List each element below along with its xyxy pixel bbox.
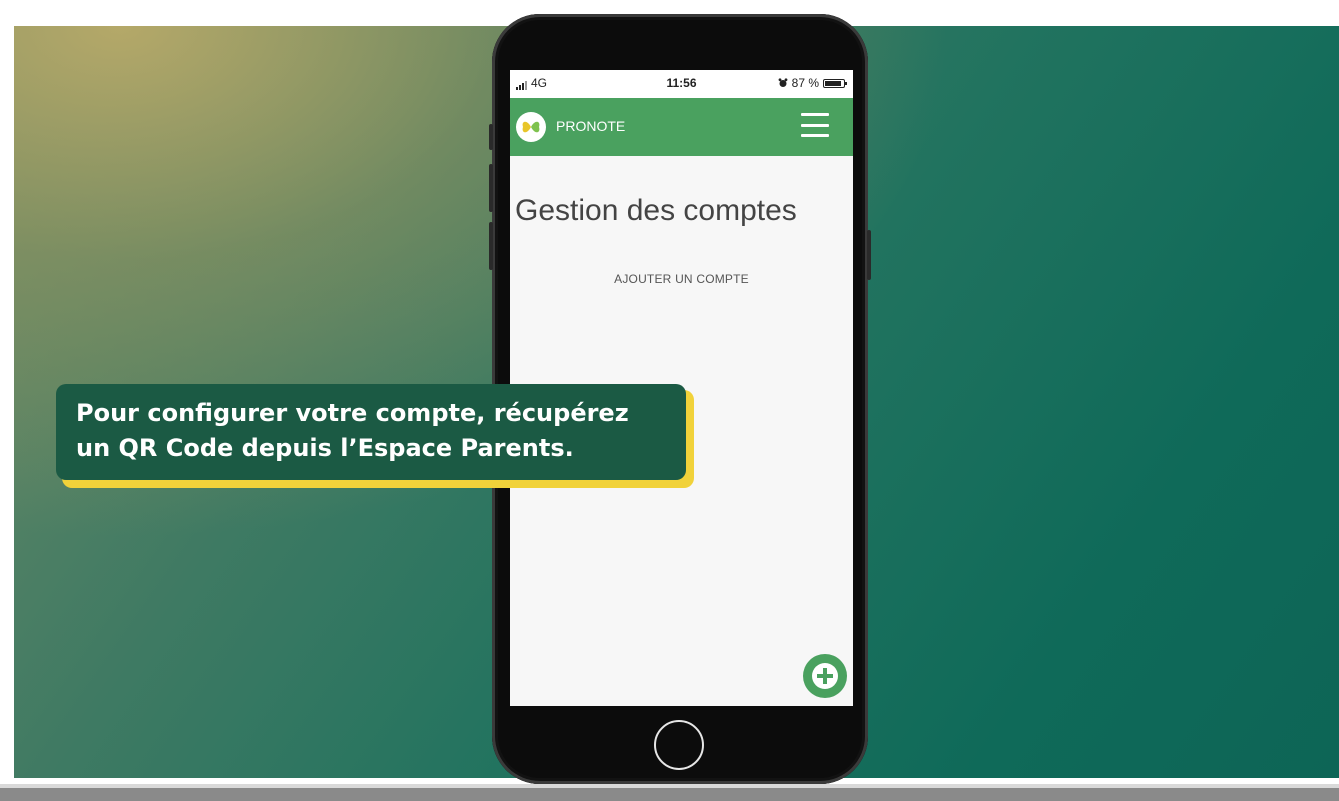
- phone-power-button: [867, 230, 871, 280]
- phone-side-button: [489, 124, 493, 150]
- battery-icon: [823, 78, 847, 88]
- battery-percent: 87 %: [791, 76, 819, 90]
- butterfly-logo-icon: [516, 112, 546, 142]
- app-name: PRONOTE: [556, 118, 626, 134]
- video-frame: 4G 11:56 87 % PRONOTE Gestion des compte…: [0, 0, 1339, 801]
- status-right: 87 %: [778, 76, 847, 90]
- bottom-toolbar: [0, 784, 1339, 801]
- status-bar: 4G 11:56 87 %: [510, 70, 853, 98]
- bottom-toolbar-strip: [0, 784, 1339, 788]
- app-header: PRONOTE: [510, 98, 853, 156]
- alarm-icon: [778, 78, 788, 87]
- add-account-link[interactable]: AJOUTER UN COMPTE: [510, 272, 853, 286]
- subtitle-caption: Pour configurer votre compte, récupérez …: [56, 384, 686, 480]
- home-button[interactable]: [654, 720, 704, 770]
- hamburger-menu-icon[interactable]: [801, 113, 829, 137]
- plus-icon: [812, 663, 838, 689]
- phone-volume-up: [489, 164, 493, 212]
- caption-line-2: un QR Code depuis l’Espace Parents.: [76, 434, 574, 462]
- phone-volume-down: [489, 222, 493, 270]
- caption-line-1: Pour configurer votre compte, récupérez: [76, 399, 629, 427]
- add-account-fab[interactable]: [803, 654, 847, 698]
- page-title: Gestion des comptes: [515, 194, 797, 227]
